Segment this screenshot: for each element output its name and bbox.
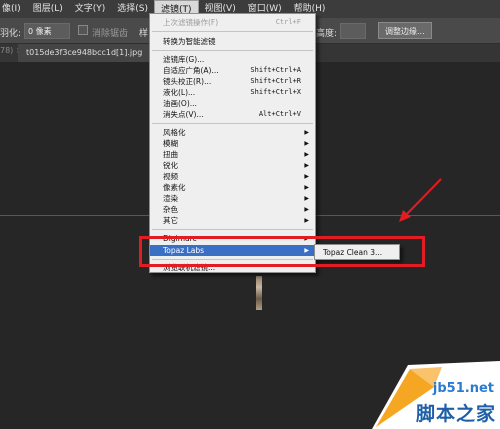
- menu-item-label: 渲染: [163, 194, 178, 203]
- submenu-arrow-icon: ▶: [304, 217, 309, 224]
- menu-item-vanishing-point[interactable]: 消失点(V)... Alt+Ctrl+V: [150, 109, 315, 120]
- annotation-arrow-icon: [399, 178, 442, 222]
- filter-dropdown-menu: 上次滤镜操作(F) Ctrl+F 转换为智能滤镜 滤镜库(G)... 自适应广角…: [149, 13, 316, 273]
- menu-item-label: 液化(L)...: [163, 88, 196, 97]
- menu-item-label: 模糊: [163, 139, 178, 148]
- menu-item-adaptive-wide-angle[interactable]: 自适应广角(A)... Shift+Ctrl+A: [150, 65, 315, 76]
- menu-item-label: 上次滤镜操作(F): [163, 18, 219, 27]
- height-input[interactable]: [340, 23, 366, 39]
- antialias-label: 消除锯齿: [92, 29, 129, 39]
- menu-separator: [152, 31, 313, 32]
- menu-item-other[interactable]: 其它 ▶: [150, 215, 315, 226]
- submenu-arrow-icon: ▶: [304, 129, 309, 136]
- menu-item-blur[interactable]: 模糊 ▶: [150, 138, 315, 149]
- menu-layer[interactable]: 图层(L): [27, 0, 69, 18]
- refine-edge-button[interactable]: 调整边缘...: [378, 22, 432, 39]
- menu-image[interactable]: 像(I): [0, 0, 27, 18]
- menu-item-sharpen[interactable]: 锐化 ▶: [150, 160, 315, 171]
- menu-item-label: 视频: [163, 172, 178, 181]
- submenu-arrow-icon: ▶: [304, 184, 309, 191]
- menu-item-distort[interactable]: 扭曲 ▶: [150, 149, 315, 160]
- menu-item-liquify[interactable]: 液化(L)... Shift+Ctrl+X: [150, 87, 315, 98]
- tab-active-document[interactable]: t015de3f3ce948bcc1d[1].jpg: [18, 44, 151, 62]
- menu-item-noise[interactable]: 杂色 ▶: [150, 204, 315, 215]
- menu-separator: [152, 123, 313, 124]
- menu-item-label: 像素化: [163, 183, 186, 192]
- menu-item-shortcut: Shift+Ctrl+A: [250, 66, 301, 74]
- watermark: jb51.net 脚本之家: [372, 357, 500, 429]
- menu-item-filter-gallery[interactable]: 滤镜库(G)...: [150, 54, 315, 65]
- menu-item-convert-smart-filter[interactable]: 转换为智能滤镜: [150, 36, 315, 47]
- submenu-arrow-icon: ▶: [304, 206, 309, 213]
- menu-item-shortcut: Shift+Ctrl+R: [250, 77, 301, 85]
- menu-separator: [152, 50, 313, 51]
- menu-item-video[interactable]: 视频 ▶: [150, 171, 315, 182]
- menu-item-pixelate[interactable]: 像素化 ▶: [150, 182, 315, 193]
- menu-item-oil-paint[interactable]: 油画(O)...: [150, 98, 315, 109]
- menu-item-label: 其它: [163, 216, 178, 225]
- watermark-name: 脚本之家: [415, 403, 496, 425]
- menu-item-label: 消失点(V)...: [163, 110, 204, 119]
- menu-item-label: 自适应广角(A)...: [163, 66, 219, 75]
- menu-item-label: 扭曲: [163, 150, 178, 159]
- submenu-arrow-icon: ▶: [304, 195, 309, 202]
- menu-item-label: 镜头校正(R)...: [163, 77, 212, 86]
- feather-label: 羽化:: [0, 29, 22, 39]
- submenu-arrow-icon: ▶: [304, 173, 309, 180]
- canvas-image-strip: [256, 276, 262, 310]
- menu-item-shortcut: Ctrl+F: [275, 18, 301, 26]
- menu-item-shortcut: Alt+Ctrl+V: [258, 110, 301, 118]
- antialias-checkbox[interactable]: [78, 25, 88, 35]
- menu-separator: [152, 229, 313, 230]
- menu-item-render[interactable]: 渲染 ▶: [150, 193, 315, 204]
- menu-item-lens-correction[interactable]: 镜头校正(R)... Shift+Ctrl+R: [150, 76, 315, 87]
- style-label: 样: [139, 29, 149, 39]
- feather-input[interactable]: 0 像素: [24, 23, 70, 39]
- menu-item-label: 锐化: [163, 161, 178, 170]
- submenu-arrow-icon: ▶: [304, 140, 309, 147]
- height-label: 高度:: [316, 29, 338, 39]
- menu-item-label: 风格化: [163, 128, 186, 137]
- menu-item-last-filter[interactable]: 上次滤镜操作(F) Ctrl+F: [150, 17, 315, 28]
- annotation-highlight-box: [139, 236, 425, 267]
- submenu-arrow-icon: ▶: [304, 162, 309, 169]
- menu-type[interactable]: 文字(Y): [69, 0, 112, 18]
- menu-select[interactable]: 选择(S): [111, 0, 154, 18]
- menu-item-stylize[interactable]: 风格化 ▶: [150, 127, 315, 138]
- watermark-site: jb51.net: [432, 381, 494, 396]
- menu-item-shortcut: Shift+Ctrl+X: [250, 88, 301, 96]
- menu-item-label: 杂色: [163, 205, 178, 214]
- submenu-arrow-icon: ▶: [304, 151, 309, 158]
